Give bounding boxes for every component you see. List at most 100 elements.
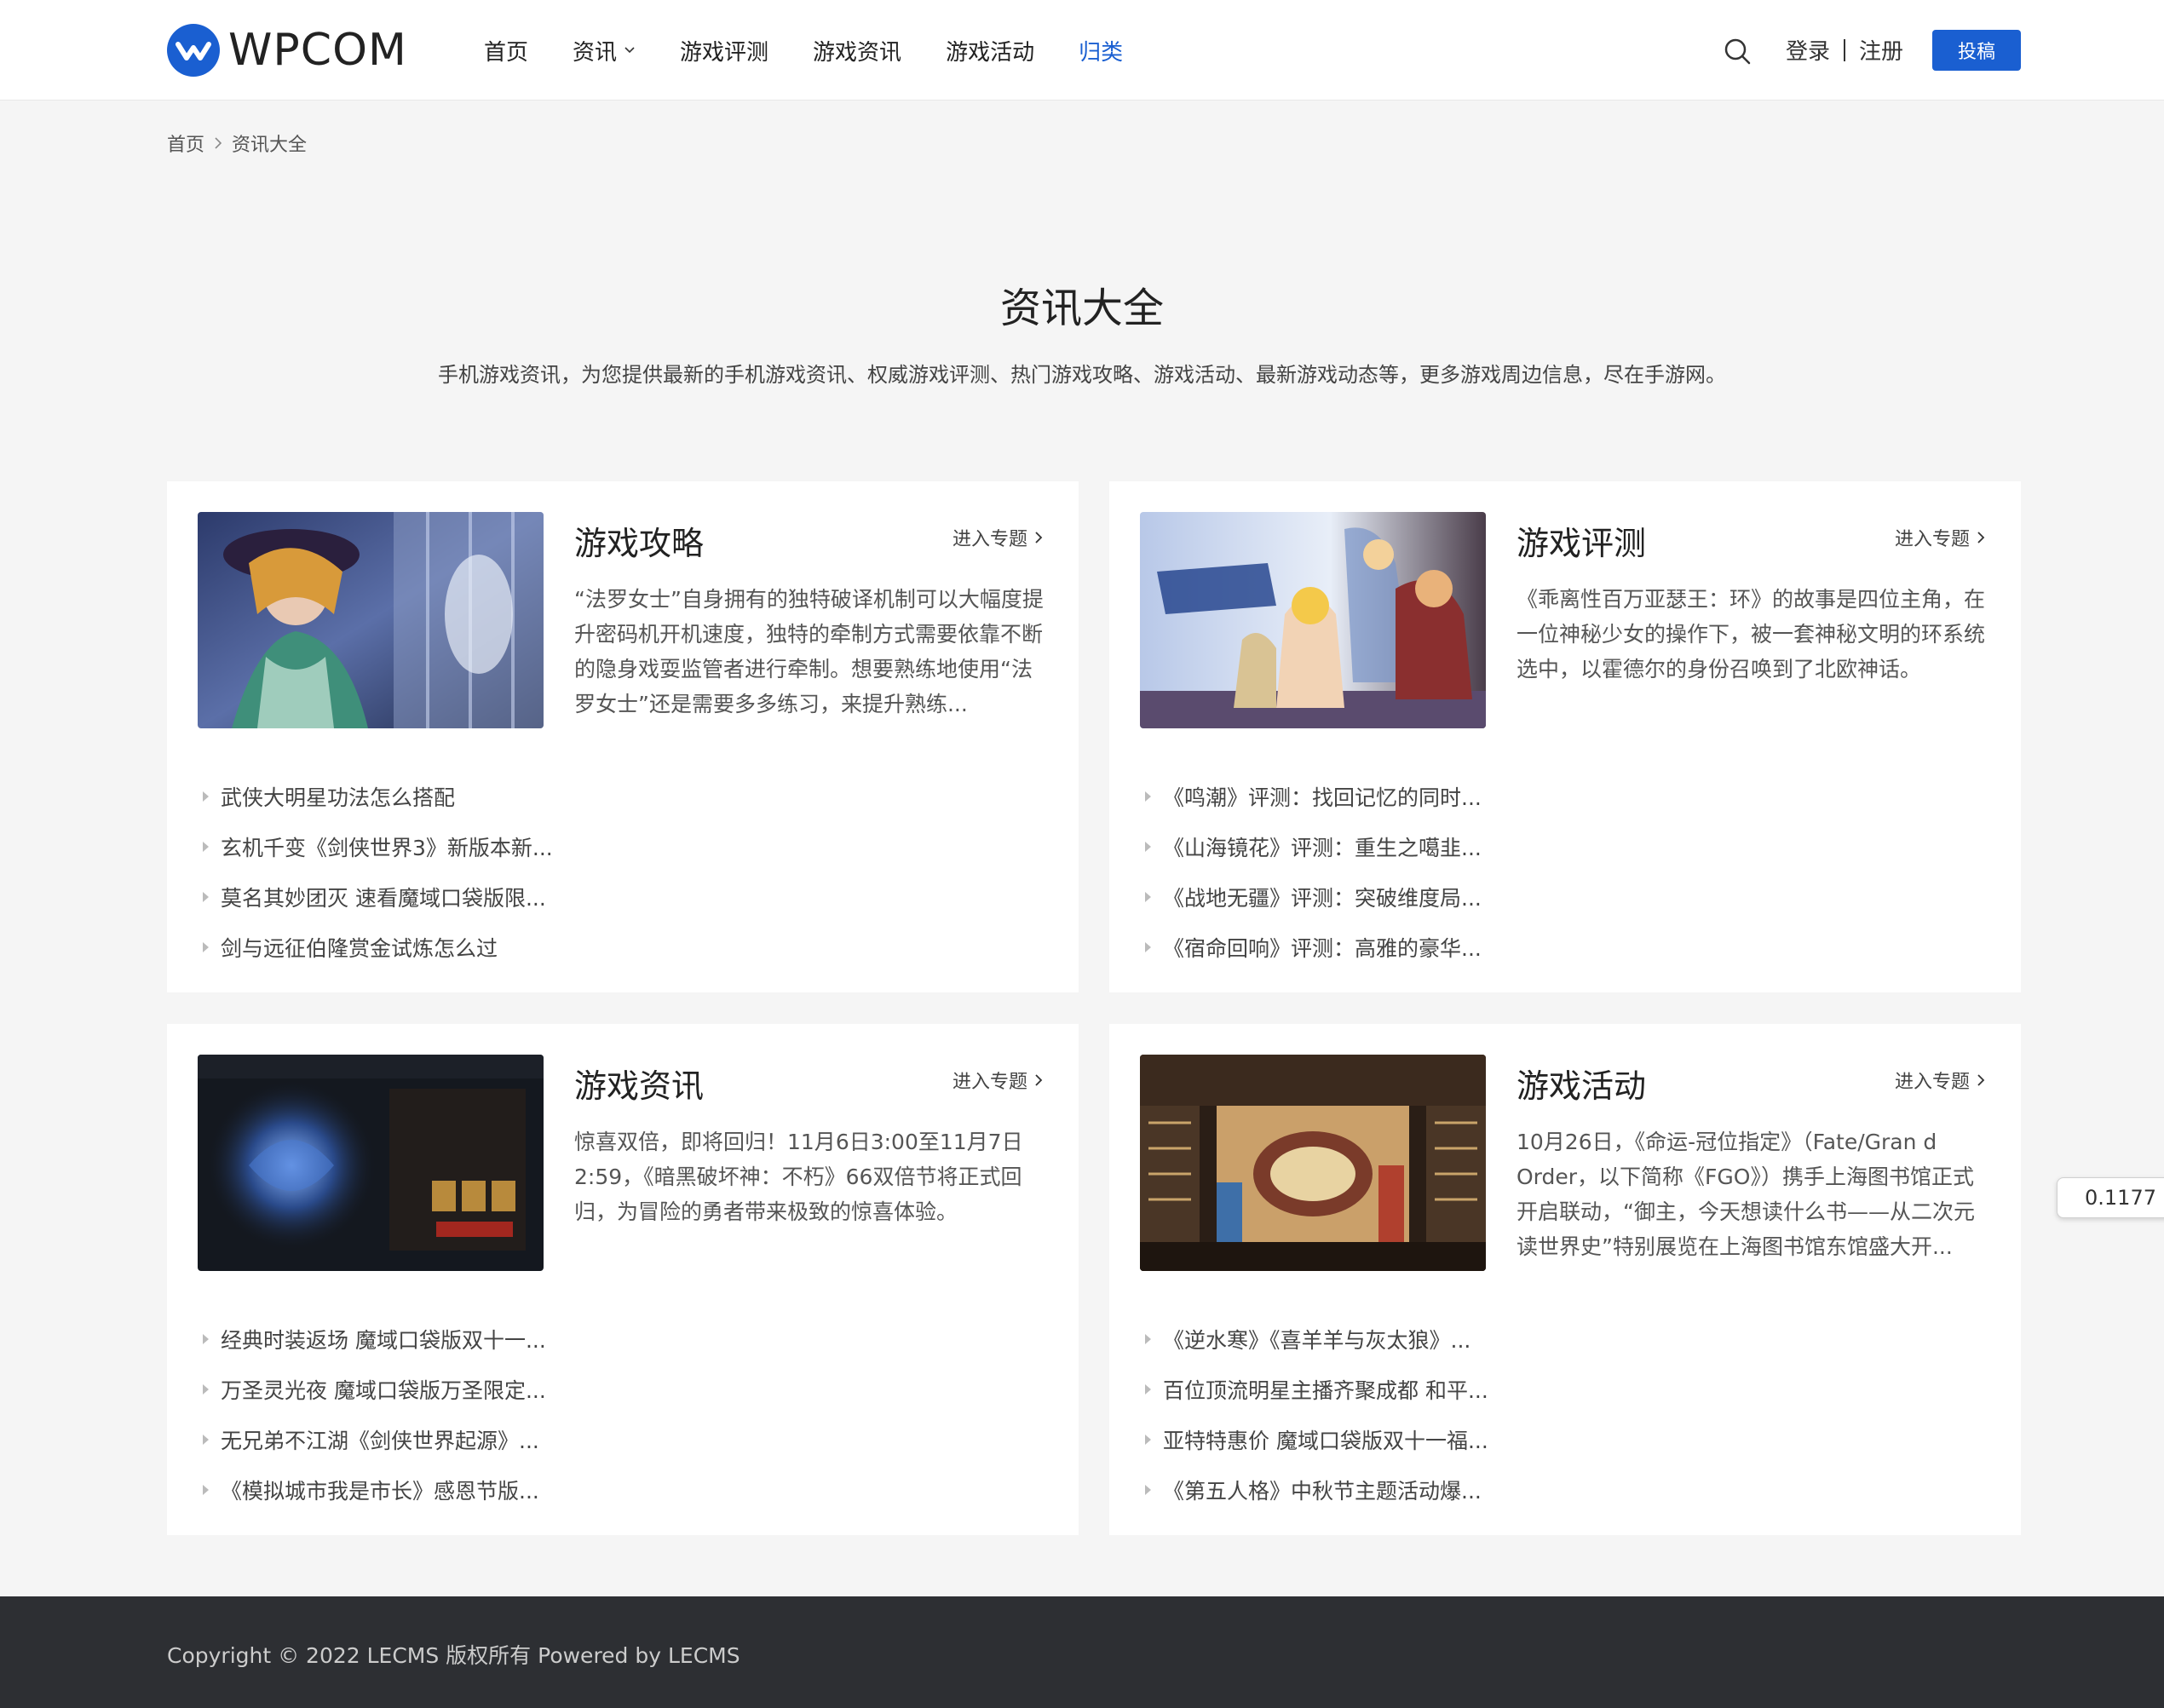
bullet-icon: [1145, 791, 1151, 802]
list-item[interactable]: 无兄弟不江湖《剑侠世界起源》...: [203, 1414, 612, 1464]
chevron-right-icon: [1035, 532, 1043, 543]
floating-value-badge: 0.1177: [2057, 1177, 2164, 1218]
list-item-title: 玄机千变《剑侠世界3》新版本新...: [221, 835, 553, 860]
card-thumbnail[interactable]: [198, 512, 544, 728]
topic-card-game-events: 游戏活动 进入专题 10月26日，《命运-冠位指定》（Fate/Gran d O…: [1109, 1024, 2021, 1535]
bullet-icon: [1145, 1333, 1151, 1344]
list-item-title: 《战地无疆》评测：突破维度局...: [1163, 885, 1482, 911]
list-item-title: 《模拟城市我是市长》感恩节版...: [221, 1478, 539, 1504]
site-logo[interactable]: WPCOM: [167, 22, 407, 78]
card-thumbnail[interactable]: [1140, 1055, 1486, 1271]
bullet-icon: [203, 1333, 209, 1344]
breadcrumb-home[interactable]: 首页: [167, 129, 204, 157]
list-item-title: 百位顶流明星主播齐聚成都 和平...: [1163, 1377, 1488, 1403]
breadcrumb: 首页 资讯大全: [167, 129, 307, 157]
list-item[interactable]: 《第五人格》中秋节主题活动爆...: [1145, 1464, 1554, 1515]
list-item[interactable]: 《模拟城市我是市长》感恩节版...: [203, 1464, 612, 1515]
card-excerpt: 《乖离性百万亚瑟王：环》的故事是四位主角，在一位神秘少女的操作下，被一套神秘文明…: [1517, 587, 1986, 681]
search-icon: [1724, 38, 1751, 65]
page-title: 资讯大全: [999, 285, 1164, 332]
list-item-title: 经典时装返场 魔域口袋版双十一...: [221, 1327, 546, 1353]
bullet-icon: [203, 941, 209, 952]
bullet-icon: [203, 1383, 209, 1395]
enter-topic-link[interactable]: 进入专题: [953, 1067, 1043, 1094]
logo-icon: [167, 24, 220, 77]
list-item-title: 《第五人格》中秋节主题活动爆...: [1163, 1478, 1482, 1504]
card-article-list: 《逆水寒》《喜羊羊与灰太狼》... 百位顶流明星主播齐聚成都 和平... 亚特特…: [1145, 1314, 1554, 1515]
enter-topic-link[interactable]: 进入专题: [953, 524, 1043, 551]
nav-item-news[interactable]: 资讯: [573, 35, 636, 66]
search-button[interactable]: [1723, 37, 1752, 66]
card-excerpt: 惊喜双倍，即将回归！11月6日3:00至11月7日2:59，《暗黑破坏神：不朽》…: [574, 1130, 1023, 1224]
list-item[interactable]: 万圣灵光夜 魔域口袋版万圣限定...: [203, 1364, 612, 1414]
auth-divider: [1844, 38, 1846, 61]
copyright-text: Copyright © 2022 LECMS 版权所有 Powered by L…: [167, 1643, 740, 1668]
bullet-icon: [203, 891, 209, 902]
card-article-list: 武侠大明星功法怎么搭配 玄机千变《剑侠世界3》新版本新... 莫名其妙团灭 速看…: [203, 771, 612, 972]
topic-card-game-news: 游戏资讯 进入专题 惊喜双倍，即将回归！11月6日3:00至11月7日2:59，…: [167, 1024, 1079, 1535]
list-item-title: 武侠大明星功法怎么搭配: [221, 785, 456, 810]
list-item-title: 《山海镜花》评测：重生之噶韭...: [1163, 835, 1482, 860]
list-item[interactable]: 玄机千变《剑侠世界3》新版本新...: [203, 821, 612, 871]
page-description: 手机游戏资讯，为您提供最新的手机游戏资讯、权威游戏评测、热门游戏攻略、游戏活动、…: [438, 363, 1726, 387]
list-item[interactable]: 《山海镜花》评测：重生之噶韭...: [1145, 821, 1554, 871]
breadcrumb-current: 资讯大全: [232, 135, 308, 156]
bullet-icon: [1145, 891, 1151, 902]
card-excerpt: “法罗女士”自身拥有的独特破译机制可以大幅度提升密码机开机速度，独特的牵制方式需…: [574, 587, 1044, 716]
list-item[interactable]: 《鸣潮》评测：找回记忆的同时...: [1145, 771, 1554, 821]
nav-item-game-review[interactable]: 游戏评测: [680, 35, 768, 66]
topic-card-reviews: 游戏评测 进入专题 《乖离性百万亚瑟王：环》的故事是四位主角，在一位神秘少女的操…: [1109, 481, 2021, 992]
list-item-title: 《逆水寒》《喜羊羊与灰太狼》...: [1163, 1327, 1471, 1353]
list-item-title: 万圣灵光夜 魔域口袋版万圣限定...: [221, 1377, 546, 1403]
nav-item-categories[interactable]: 归类: [1079, 35, 1123, 66]
nav-item-news-label: 资讯: [573, 39, 618, 66]
topic-card-guides: 游戏攻略 进入专题 “法罗女士”自身拥有的独特破译机制可以大幅度提升密码机开机速…: [167, 481, 1079, 992]
bullet-icon: [203, 1434, 209, 1445]
nav-item-home[interactable]: 首页: [484, 35, 528, 66]
enter-topic-link[interactable]: 进入专题: [1895, 1067, 1985, 1094]
site-header: WPCOM 首页 资讯 游戏评测 游戏资讯 游戏活动 归类 登录 注册 投稿: [0, 0, 2164, 101]
list-item-title: 莫名其妙团灭 速看魔域口袋版限...: [221, 885, 546, 911]
list-item-title: 剑与远征伯隆赏金试炼怎么过: [221, 935, 498, 961]
login-link[interactable]: 登录: [1786, 34, 1830, 66]
chevron-right-icon: [1035, 1074, 1043, 1086]
bullet-icon: [1145, 1434, 1151, 1445]
logo-text: WPCOM: [228, 25, 407, 76]
nav-item-game-events[interactable]: 游戏活动: [946, 35, 1034, 66]
list-item-title: 《鸣潮》评测：找回记忆的同时...: [1163, 785, 1482, 810]
card-title[interactable]: 游戏攻略: [574, 517, 704, 564]
card-title[interactable]: 游戏活动: [1517, 1060, 1646, 1107]
card-title[interactable]: 游戏资讯: [574, 1060, 704, 1107]
nav-item-game-news[interactable]: 游戏资讯: [813, 35, 901, 66]
list-item[interactable]: 《战地无疆》评测：突破维度局...: [1145, 871, 1554, 922]
card-article-list: 经典时装返场 魔域口袋版双十一... 万圣灵光夜 魔域口袋版万圣限定... 无兄…: [203, 1314, 612, 1515]
main-nav: 首页 资讯 游戏评测 游戏资讯 游戏活动 归类: [484, 26, 1167, 75]
list-item[interactable]: 亚特特惠价 魔域口袋版双十一福...: [1145, 1414, 1554, 1464]
chevron-right-icon: [1977, 532, 1985, 543]
card-title[interactable]: 游戏评测: [1517, 517, 1646, 564]
enter-topic-label: 进入专题: [1894, 529, 1970, 550]
enter-topic-label: 进入专题: [952, 529, 1027, 550]
list-item[interactable]: 经典时装返场 魔域口袋版双十一...: [203, 1314, 612, 1364]
list-item[interactable]: 《逆水寒》《喜羊羊与灰太狼》...: [1145, 1314, 1554, 1364]
bullet-icon: [203, 791, 209, 802]
enter-topic-label: 进入专题: [1894, 1072, 1970, 1093]
card-excerpt: 10月26日，《命运-冠位指定》（Fate/Gran d Order，以下简称《…: [1517, 1130, 1975, 1259]
enter-topic-link[interactable]: 进入专题: [1895, 524, 1985, 551]
card-thumbnail[interactable]: [198, 1055, 544, 1271]
list-item[interactable]: 剑与远征伯隆赏金试炼怎么过: [203, 922, 612, 972]
list-item[interactable]: 《宿命回响》评测：高雅的豪华...: [1145, 922, 1554, 972]
submit-article-button[interactable]: 投稿: [1932, 30, 2021, 71]
list-item-title: 《宿命回响》评测：高雅的豪华...: [1163, 935, 1482, 961]
register-link[interactable]: 注册: [1859, 34, 1903, 66]
auth-links: 登录 注册: [1786, 34, 1903, 66]
bullet-icon: [1145, 941, 1151, 952]
list-item[interactable]: 百位顶流明星主播齐聚成都 和平...: [1145, 1364, 1554, 1414]
list-item-title: 无兄弟不江湖《剑侠世界起源》...: [221, 1428, 539, 1453]
list-item[interactable]: 武侠大明星功法怎么搭配: [203, 771, 612, 821]
card-thumbnail[interactable]: [1140, 512, 1486, 728]
bullet-icon: [203, 1484, 209, 1495]
chevron-right-icon: [215, 137, 222, 149]
list-item[interactable]: 莫名其妙团灭 速看魔域口袋版限...: [203, 871, 612, 922]
enter-topic-label: 进入专题: [952, 1072, 1027, 1093]
